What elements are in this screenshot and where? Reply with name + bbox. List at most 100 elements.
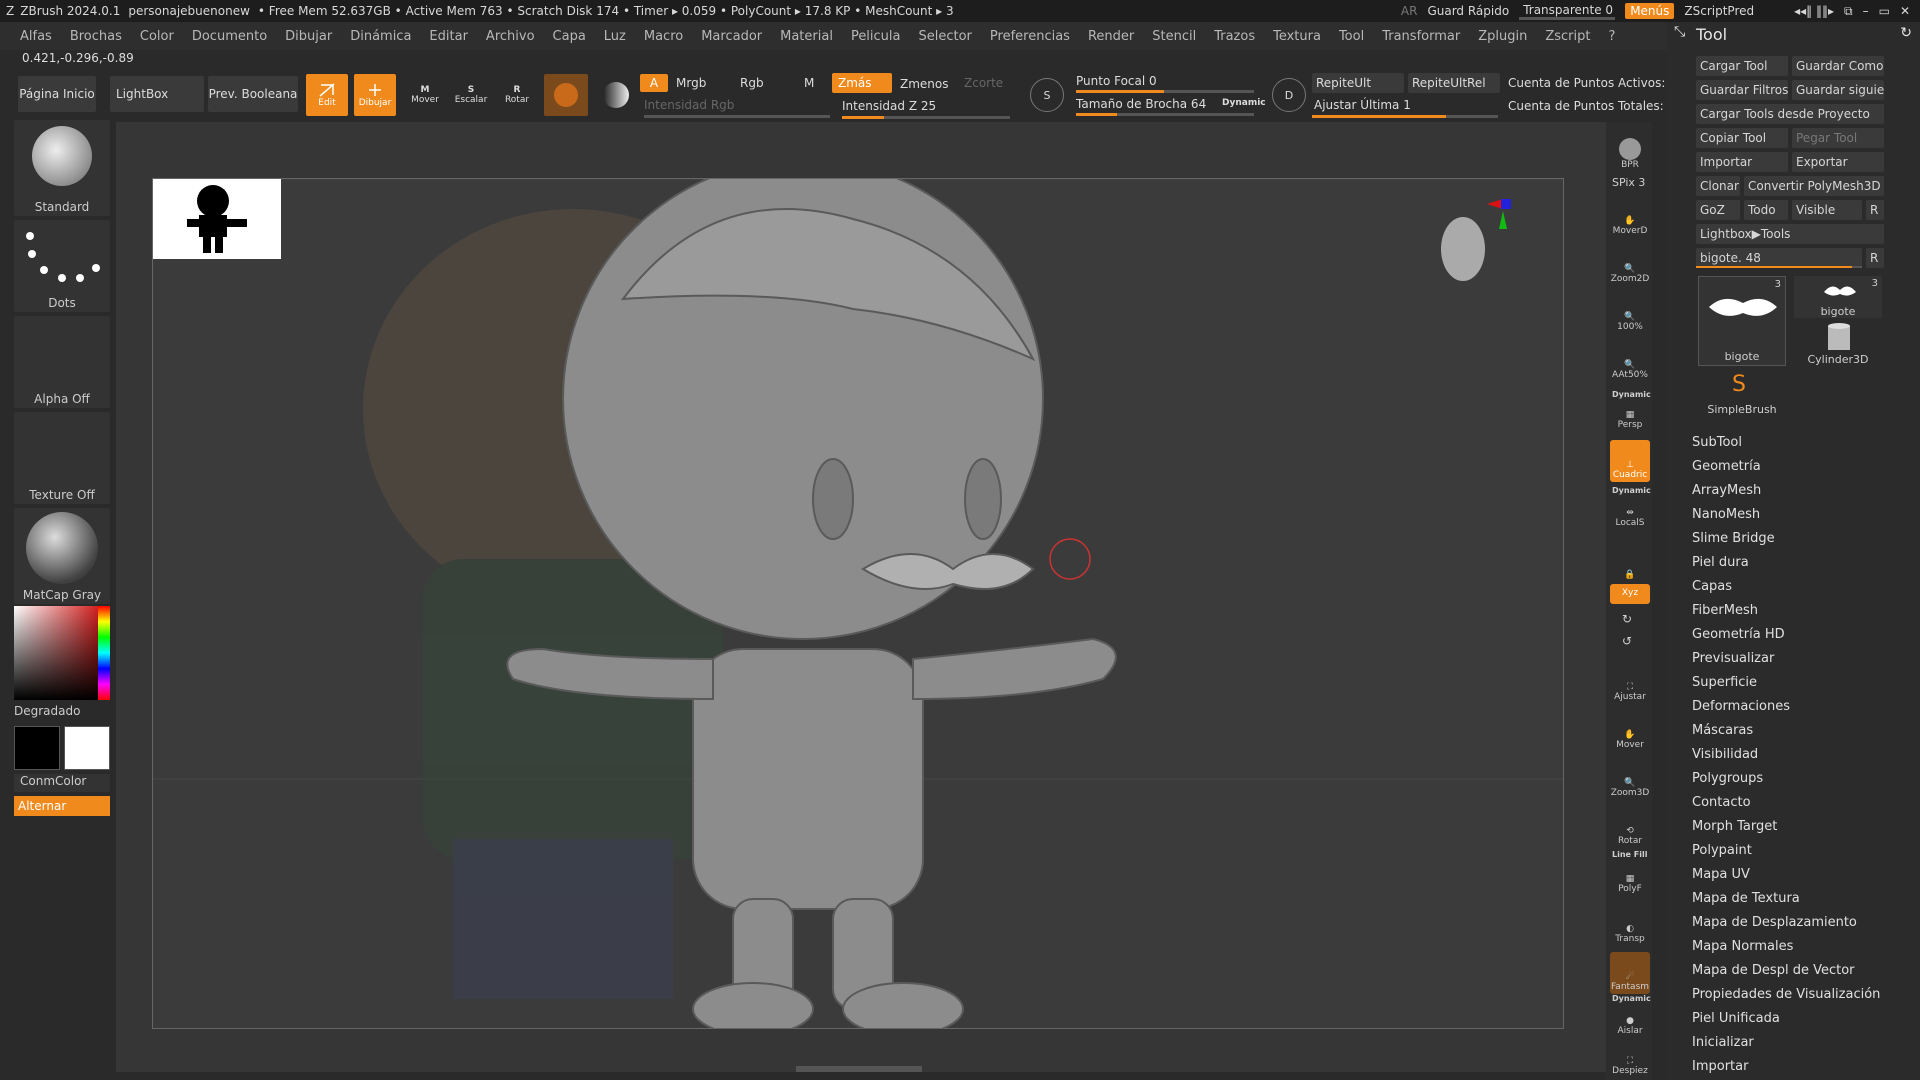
texture-selector[interactable]: Texture Off <box>14 412 110 504</box>
tool-section[interactable]: Máscaras <box>1692 719 1880 743</box>
tool-panel-header[interactable]: ⤡ Tool ↻ <box>1666 22 1920 48</box>
move3d-button[interactable]: ✋ Mover <box>1610 710 1650 752</box>
ar-label[interactable]: AR <box>1401 4 1418 18</box>
spix-slider[interactable]: SPix 3 <box>1612 176 1645 189</box>
layout-icon[interactable]: ◂◂‖ ‖‖▸ <box>1794 4 1834 18</box>
rotate-z-icon[interactable]: ↺ <box>1622 634 1632 648</box>
lazy-mouse-button[interactable]: D <box>1272 78 1306 112</box>
stroke-selector[interactable]: Dots <box>14 220 110 312</box>
tool-section[interactable]: Geometría <box>1692 455 1880 479</box>
dynamic-size-toggle[interactable]: Dynamic <box>1222 98 1266 108</box>
alternate-button[interactable]: Alternar <box>14 796 110 816</box>
m-toggle[interactable]: M <box>804 76 814 90</box>
adjust-last-slider[interactable]: Ajustar Última 1 <box>1314 98 1411 112</box>
menu-item[interactable]: ? <box>1608 29 1615 44</box>
tool-section[interactable]: Polypaint <box>1692 839 1880 863</box>
lock-button[interactable]: 🔒 <box>1610 540 1650 582</box>
menu-item[interactable]: Textura <box>1273 29 1321 44</box>
import-button[interactable]: Importar <box>1696 152 1788 172</box>
tool-section[interactable]: Inicializar <box>1692 1031 1880 1055</box>
export-button[interactable]: Exportar <box>1792 152 1884 172</box>
menu-item[interactable]: Archivo <box>486 29 535 44</box>
move-button[interactable]: M Mover <box>404 74 446 116</box>
save-as-button[interactable]: Guardar Como <box>1792 56 1884 76</box>
tool-section[interactable]: Slime Bridge <box>1692 527 1880 551</box>
focal-shift-slider[interactable]: Punto Focal 0 <box>1076 74 1157 88</box>
lightbox-button[interactable]: LightBox <box>110 76 204 112</box>
rotate-button[interactable]: R Rotar <box>496 74 538 116</box>
visible-button[interactable]: Visible <box>1792 200 1862 220</box>
zoom3d-button[interactable]: 🔍 Zoom3D <box>1610 758 1650 800</box>
alpha-selector[interactable]: Alpha Off <box>14 316 110 408</box>
a-toggle[interactable]: A <box>640 74 668 92</box>
tool-section[interactable]: FiberMesh <box>1692 599 1880 623</box>
xpose-button[interactable]: ⛶ Despiez <box>1610 1042 1650 1078</box>
tool-section[interactable]: Piel Unificada <box>1692 1007 1880 1031</box>
tool-section[interactable]: Contacto <box>1692 791 1880 815</box>
secondary-color-swatch[interactable] <box>14 726 60 770</box>
pin-icon[interactable]: ⤡ <box>1674 24 1685 40</box>
rgb-intensity-slider[interactable]: Intensidad Rgb <box>644 98 734 112</box>
menu-item[interactable]: Dibujar <box>285 29 332 44</box>
menu-item[interactable]: Trazos <box>1214 29 1255 44</box>
rgb-toggle[interactable]: Rgb <box>740 76 764 90</box>
refresh-icon[interactable]: ↻ <box>1900 25 1912 41</box>
actual-size-button[interactable]: 🔍 100% <box>1610 292 1650 334</box>
xyz-button[interactable]: Xyz <box>1610 584 1650 604</box>
home-page-button[interactable]: Página Inicio <box>18 76 96 112</box>
tool-section[interactable]: Piel dura <box>1692 551 1880 575</box>
zcut-toggle[interactable]: Zcorte <box>964 76 1003 90</box>
convert-polymesh-button[interactable]: Convertir PolyMesh3D <box>1744 176 1884 196</box>
color-picker[interactable] <box>14 606 110 700</box>
menu-item[interactable]: Brochas <box>70 29 122 44</box>
tool-section[interactable]: Deformaciones <box>1692 695 1880 719</box>
main-color-swatch[interactable] <box>64 726 110 770</box>
menu-item[interactable]: Pelicula <box>851 29 901 44</box>
repeat-last-rel-button[interactable]: RepiteUltRel <box>1408 73 1500 93</box>
bottom-scroll-handle[interactable] <box>796 1066 922 1072</box>
local-symmetry-button[interactable]: ⇹ LocalS <box>1610 494 1650 530</box>
tool-section[interactable]: Mapa de Despl de Vector <box>1692 959 1880 983</box>
menu-item[interactable]: Documento <box>192 29 267 44</box>
menu-item[interactable]: Editar <box>429 29 468 44</box>
hue-strip[interactable] <box>98 606 110 700</box>
tool-section[interactable]: Importar <box>1692 1055 1880 1079</box>
tool-section[interactable]: Mapa Normales <box>1692 935 1880 959</box>
tool-section[interactable]: Capas <box>1692 575 1880 599</box>
tool-section[interactable]: Geometría HD <box>1692 623 1880 647</box>
current-tool-slider[interactable]: bigote. 48 <box>1696 248 1862 268</box>
goz-r-button[interactable]: R <box>1866 200 1884 220</box>
window-icon[interactable]: ⧉ <box>1844 4 1853 19</box>
menu-item[interactable]: Tool <box>1339 29 1364 44</box>
save-next-button[interactable]: Guardar siguien <box>1792 80 1884 100</box>
material-sphere-button[interactable] <box>544 74 588 116</box>
document-canvas[interactable] <box>152 178 1564 1029</box>
tool-thumb-2[interactable]: 3 bigote <box>1794 276 1882 318</box>
transparency-button[interactable]: ◐ Transp <box>1610 904 1650 946</box>
menu-item[interactable]: Alfas <box>20 29 52 44</box>
menu-item[interactable]: Dinámica <box>350 29 411 44</box>
polyframe-button[interactable]: ▦ PolyF <box>1610 860 1650 896</box>
menu-item[interactable]: Marcador <box>701 29 762 44</box>
restore-icon[interactable]: ▭ <box>1879 4 1890 18</box>
repeat-last-button[interactable]: RepiteUlt <box>1312 73 1404 93</box>
bpr-button[interactable]: BPR <box>1610 130 1650 172</box>
menu-item[interactable]: Zscript <box>1545 29 1590 44</box>
scale-button[interactable]: S Escalar <box>450 74 492 116</box>
z-intensity-slider[interactable]: Intensidad Z 25 <box>842 99 936 113</box>
tool-section[interactable]: Mapa de Desplazamiento <box>1692 911 1880 935</box>
tool-section[interactable]: Previsualizar <box>1692 647 1880 671</box>
menu-item[interactable]: Material <box>780 29 833 44</box>
floor-button[interactable]: ⊥ Cuadric <box>1610 440 1650 482</box>
gradient-sphere-button[interactable] <box>594 74 638 116</box>
symmetry-button[interactable]: S <box>1030 78 1064 112</box>
lightbox-tools-button[interactable]: Lightbox▶Tools <box>1696 224 1884 244</box>
tool-section[interactable]: Visibilidad <box>1692 743 1880 767</box>
tool-thumb-4[interactable]: S SimpleBrush <box>1698 372 1786 416</box>
brush-selector[interactable]: Standard <box>14 120 110 216</box>
material-selector[interactable]: MatCap Gray <box>14 508 110 604</box>
rotate-y-icon[interactable]: ↻ <box>1622 612 1632 626</box>
menu-item[interactable]: Zplugin <box>1478 29 1527 44</box>
rotate3d-button[interactable]: ⟲ Rotar <box>1610 806 1650 848</box>
navigation-gizmo[interactable] <box>1433 199 1513 309</box>
